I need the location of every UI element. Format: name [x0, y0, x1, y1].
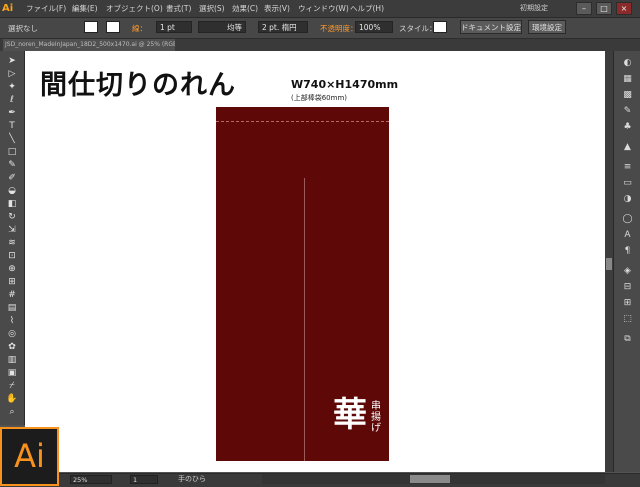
type-icon[interactable]: T	[6, 120, 18, 132]
free-transform-icon[interactable]: ⊡	[6, 250, 18, 262]
document-settings-button[interactable]: ドキュメント設定	[460, 20, 522, 34]
align-icon[interactable]: ⊞	[621, 297, 634, 310]
stroke-swatch[interactable]	[106, 21, 120, 33]
control-bar: 選択なし 線： 1 pt 均等 2 pt. 楕円 不透明度： 100% スタイル…	[0, 18, 640, 39]
gradient-panel-icon[interactable]: ▭	[621, 177, 634, 190]
line-icon[interactable]: ╲	[6, 133, 18, 145]
pathfinder-icon[interactable]: ⧉	[621, 333, 634, 346]
fold-guide-line	[216, 121, 389, 122]
opacity-field[interactable]: 100%	[355, 21, 393, 33]
blob-brush-icon[interactable]: ◒	[6, 185, 18, 197]
slice-icon[interactable]: ⌿	[6, 380, 18, 392]
rectangle-icon[interactable]: □	[6, 146, 18, 158]
menu-window[interactable]: ウィンドウ(W)	[298, 3, 349, 14]
brush-select[interactable]: 2 pt. 楕円	[258, 21, 308, 33]
paintbrush-icon[interactable]: ✎	[6, 159, 18, 171]
color-panel-icon[interactable]: ◐	[621, 57, 634, 70]
shape-builder-icon[interactable]: ⊕	[6, 263, 18, 275]
stroke-weight-field[interactable]: 1 pt	[156, 21, 192, 33]
transparency-icon[interactable]: ◑	[621, 193, 634, 206]
menu-edit[interactable]: 編集(E)	[72, 3, 98, 14]
menu-select[interactable]: 選択(S)	[199, 3, 225, 14]
magic-wand-icon[interactable]: ✦	[6, 81, 18, 93]
toolbox: ➤ ▷ ✦ ℓ ✒ T ╲ □ ✎ ✐ ◒ ◧ ↻ ⇲ ≋ ⊡ ⊕ ⊞ # ▤ …	[0, 51, 25, 425]
vertical-scroll-thumb[interactable]	[606, 258, 612, 270]
maximize-button[interactable]: □	[596, 2, 612, 15]
preferences-button[interactable]: 環境設定	[528, 20, 566, 34]
warp-icon[interactable]: ≋	[6, 237, 18, 249]
artboards-icon[interactable]: ⊟	[621, 281, 634, 294]
brand-sub-text: 串揚げ	[371, 401, 381, 434]
brushes-icon[interactable]: ✎	[621, 105, 634, 118]
selection-tool-icon[interactable]: ➤	[6, 55, 18, 67]
illustrator-logo: Ai	[0, 427, 59, 486]
character-icon[interactable]: A	[621, 229, 634, 242]
menu-bar: Ai ファイル(F) 編集(E) オブジェクト(O) 書式(T) 選択(S) 効…	[0, 0, 640, 18]
status-tool-name: 手のひら	[178, 475, 206, 483]
pencil-icon[interactable]: ✐	[6, 172, 18, 184]
artboard-icon[interactable]: ▣	[6, 367, 18, 379]
layers-icon[interactable]: ◈	[621, 265, 634, 278]
graphic-style-swatch[interactable]	[433, 21, 447, 33]
scale-icon[interactable]: ⇲	[6, 224, 18, 236]
fill-swatch[interactable]	[84, 21, 98, 33]
paragraph-icon[interactable]: ¶	[621, 245, 634, 258]
zoom-icon[interactable]: ⌕	[6, 406, 18, 418]
hand-icon[interactable]: ✋	[6, 393, 18, 405]
size-label: W740×H1470mm	[291, 78, 399, 91]
minimize-button[interactable]: –	[576, 2, 592, 15]
symbol-sprayer-icon[interactable]: ✿	[6, 341, 18, 353]
graphic-styles-icon[interactable]: ▲	[621, 141, 634, 154]
menu-file[interactable]: ファイル(F)	[26, 3, 66, 14]
artboard-number-field[interactable]: 1	[130, 475, 158, 484]
direct-selection-tool-icon[interactable]: ▷	[6, 68, 18, 80]
center-slit-line	[304, 178, 305, 461]
workspace-switcher[interactable]: 初期設定	[520, 3, 548, 13]
symbols-icon[interactable]: ♣	[621, 121, 634, 134]
eyedropper-icon[interactable]: ⌇	[6, 315, 18, 327]
brand-main-character: 華	[333, 395, 367, 435]
selection-status: 選択なし	[8, 24, 38, 33]
document-tab[interactable]: JSD_noren_MadeInJapan_18D2_500x1470.ai @…	[3, 39, 175, 51]
graph-icon[interactable]: ▥	[6, 354, 18, 366]
style-label: スタイル：	[399, 24, 437, 33]
app-logo: Ai	[2, 3, 14, 14]
transform-icon[interactable]: ⬚	[621, 313, 634, 326]
document-title-text: 間仕切りのれん	[40, 70, 236, 101]
menu-effect[interactable]: 効果(C)	[232, 3, 258, 14]
horizontal-scroll-thumb[interactable]	[410, 475, 450, 483]
panel-dock: ◐ ▦ ▩ ✎ ♣ ▲ ≡ ▭ ◑ ◯ A ¶ ◈ ⊟ ⊞ ⬚ ⧉	[613, 51, 640, 472]
gradient-icon[interactable]: ▤	[6, 302, 18, 314]
stroke-label: 線：	[132, 24, 147, 33]
perspective-icon[interactable]: ⊞	[6, 276, 18, 288]
lasso-icon[interactable]: ℓ	[6, 94, 18, 106]
menu-view[interactable]: 表示(V)	[264, 3, 290, 14]
menu-help[interactable]: ヘルプ(H)	[350, 3, 384, 14]
appearance-icon[interactable]: ◯	[621, 213, 634, 226]
eraser-icon[interactable]: ◧	[6, 198, 18, 210]
opacity-label: 不透明度：	[320, 24, 358, 33]
size-note: (上部棒袋60mm)	[291, 94, 348, 102]
menu-object[interactable]: オブジェクト(O)	[106, 3, 163, 14]
menu-type[interactable]: 書式(T)	[166, 3, 191, 14]
swatches-icon[interactable]: ▩	[621, 89, 634, 102]
mesh-icon[interactable]: #	[6, 289, 18, 301]
color-guide-icon[interactable]: ▦	[621, 73, 634, 86]
close-button[interactable]: ×	[616, 2, 632, 15]
blend-icon[interactable]: ◎	[6, 328, 18, 340]
pen-icon[interactable]: ✒	[6, 107, 18, 119]
stroke-panel-icon[interactable]: ≡	[621, 161, 634, 174]
stroke-style-select[interactable]: 均等	[198, 21, 246, 33]
rotate-icon[interactable]: ↻	[6, 211, 18, 223]
zoom-level-field[interactable]: 25%	[70, 475, 112, 484]
